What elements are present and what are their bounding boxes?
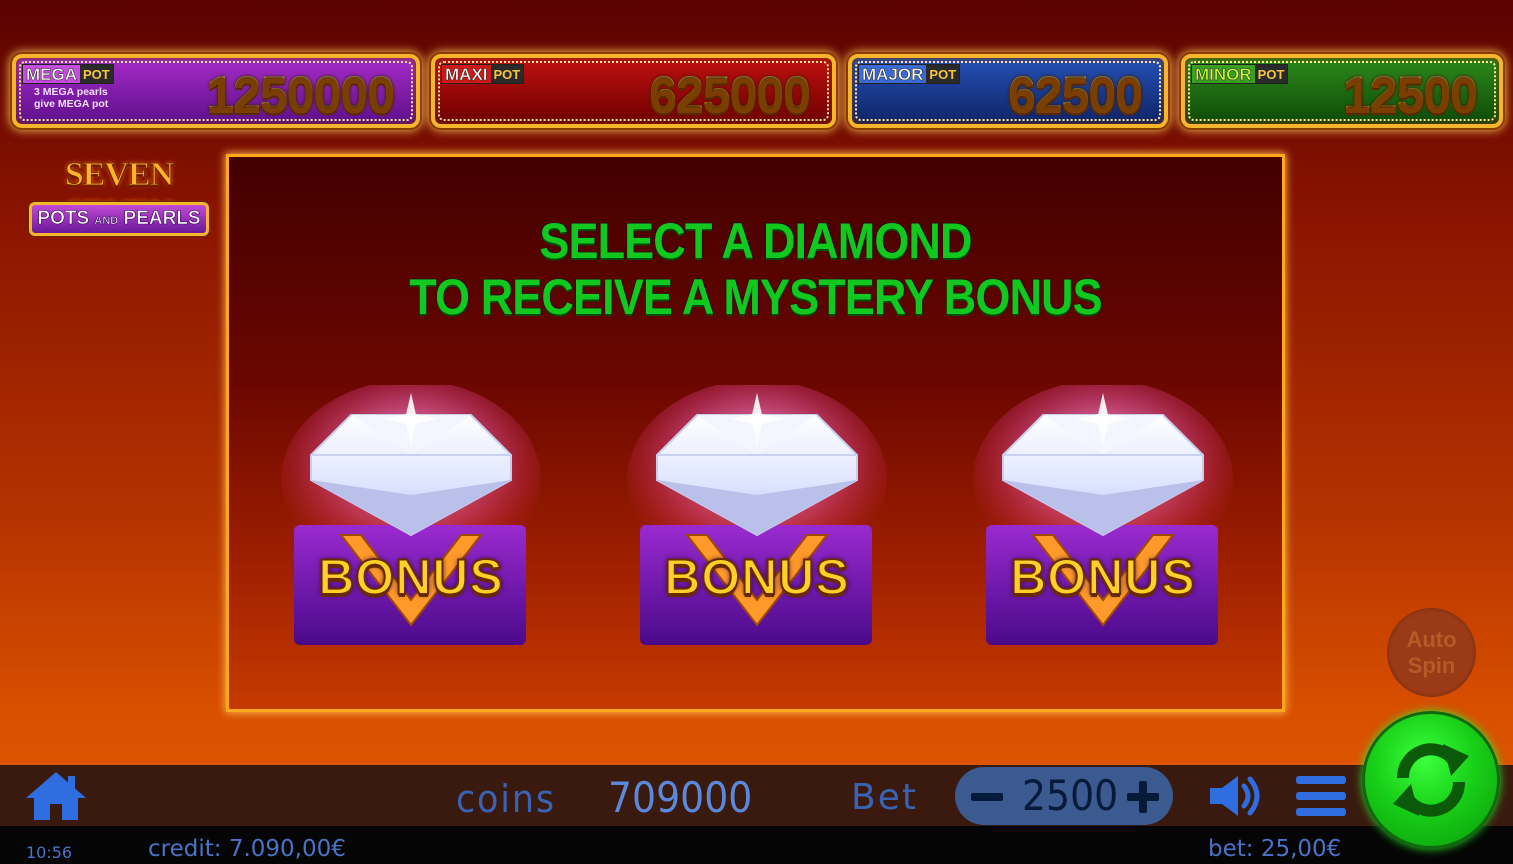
spin-button[interactable] <box>1365 714 1497 846</box>
maxi-pot-name: MAXI <box>442 65 491 84</box>
bonus-diamond-2[interactable]: BONUS <box>627 385 887 653</box>
menu-icon <box>1296 776 1346 816</box>
home-icon <box>26 772 86 820</box>
minor-pot-tag-label: POT <box>1254 65 1288 83</box>
instruction-line1: SELECT A DIAMOND <box>539 213 972 269</box>
instruction-line2: TO RECEIVE A MYSTERY BONUS <box>409 269 1102 325</box>
major-pot-tag: MAJOR POT <box>858 64 961 84</box>
maxi-pot-tag-label: POT <box>490 65 524 83</box>
minor-pot-tag: MINOR POT <box>1191 64 1289 84</box>
menu-button[interactable] <box>1294 772 1348 820</box>
coins-label: coins <box>456 777 556 821</box>
refresh-icon <box>1393 743 1469 817</box>
coins-value: 709000 <box>608 773 753 822</box>
mega-pot-note-line1: 3 MEGA pearls <box>34 86 108 98</box>
bet-label: Bet <box>851 777 918 818</box>
bet-increase-button[interactable] <box>1125 779 1161 815</box>
bonus-label-2: BONUS <box>663 548 850 606</box>
maxi-pot-tag: MAXI POT <box>441 64 525 84</box>
bet-decrease-button[interactable] <box>969 779 1005 815</box>
bet-value: 2500 <box>1022 771 1119 820</box>
major-pot-name: MAJOR <box>859 65 927 84</box>
clock: 10:56 <box>26 843 73 862</box>
mega-pot-note: 3 MEGA pearls give MEGA pot <box>34 86 108 110</box>
diamond-icon <box>281 385 541 645</box>
bonus-label-1: BONUS <box>317 548 504 606</box>
bonus-select-panel: SELECT A DIAMOND TO RECEIVE A MYSTERY BO… <box>226 154 1285 712</box>
mega-pot-value: 1250000 <box>206 66 395 122</box>
minor-pot-value: 12500 <box>1342 66 1478 122</box>
plus-icon <box>1127 781 1159 813</box>
bonus-diamond-3[interactable]: BONUS <box>973 385 1233 653</box>
major-pot-value: 62500 <box>1007 66 1143 122</box>
autospin-button[interactable]: Auto Spin <box>1387 608 1476 697</box>
major-pot-meter: MAJOR POT 62500 <box>848 54 1168 128</box>
sound-button[interactable] <box>1208 772 1266 820</box>
diamond-icon <box>627 385 887 645</box>
bonus-label-3: BONUS <box>1009 548 1196 606</box>
autospin-line1: Auto <box>1406 626 1457 652</box>
minor-pot-name: MINOR <box>1192 65 1255 84</box>
game-logo: SEVEN SEVEN POTS AND PEARLS <box>14 156 224 240</box>
logo-word-and: AND <box>94 215 119 228</box>
autospin-line2: Spin <box>1407 652 1456 678</box>
mega-pot-meter: MEGA POT 3 MEGA pearls give MEGA pot 125… <box>12 54 420 128</box>
control-bar <box>0 765 1513 826</box>
major-pot-tag-label: POT <box>926 65 960 83</box>
mega-pot-note-line2: give MEGA pot <box>34 98 109 110</box>
mega-pot-name: MEGA <box>23 65 80 84</box>
maxi-pot-value: 625000 <box>649 66 811 122</box>
logo-word-pots: POTS <box>37 208 90 230</box>
bonus-diamond-1[interactable]: BONUS <box>281 385 541 653</box>
mega-pot-tag: MEGA POT <box>22 64 114 84</box>
speaker-icon <box>1210 776 1260 816</box>
bet-selector: 2500 <box>955 767 1173 825</box>
minor-pot-meter: MINOR POT 12500 <box>1181 54 1503 128</box>
maxi-pot-meter: MAXI POT 625000 <box>431 54 836 128</box>
logo-word-pearls: PEARLS <box>123 208 201 230</box>
diamond-icon <box>973 385 1233 645</box>
logo-subtitle: POTS AND PEARLS <box>29 202 209 236</box>
minus-icon <box>971 793 1003 801</box>
credit-display: credit: 7.090,00€ <box>148 836 346 862</box>
bonus-instruction: SELECT A DIAMOND TO RECEIVE A MYSTERY BO… <box>282 213 1230 325</box>
bet-amount-display: bet: 25,00€ <box>1208 836 1342 862</box>
mega-pot-tag-label: POT <box>80 65 113 83</box>
home-button[interactable] <box>24 770 88 822</box>
